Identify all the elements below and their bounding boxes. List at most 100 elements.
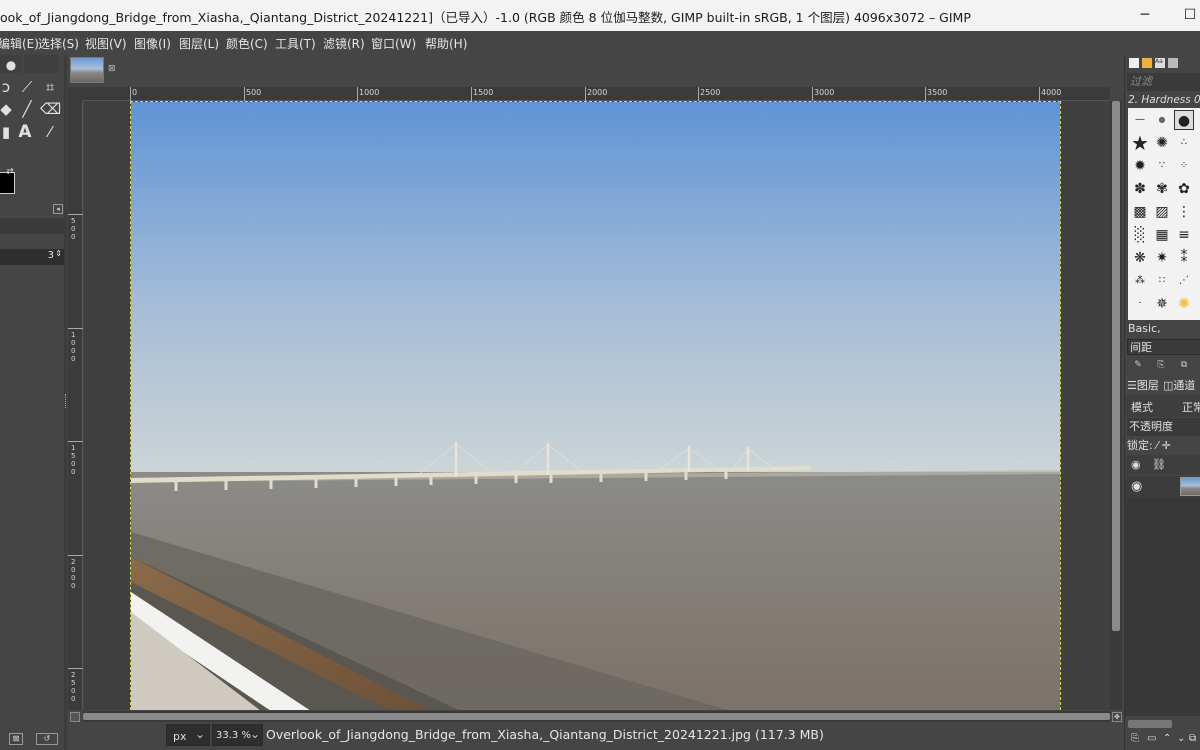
crop-icon[interactable]: ⌗ [40, 77, 60, 97]
menu-help[interactable]: 帮助(H) [425, 35, 467, 52]
spacing-field[interactable]: 间距 [1127, 339, 1200, 355]
brush-item-selected[interactable]: ● [1174, 110, 1194, 130]
opacity-field[interactable]: 不透明度 [1127, 418, 1200, 436]
horizontal-ruler[interactable]: 0 500 1000 1500 2000 2500 3000 3500 4000 [83, 87, 1110, 101]
brush-grid[interactable]: — ● ● ★ ✺ ∴ ✹ ∵ ⁘ ✽ ✾ ✿ ▩ ▨ ⋮ ░ ▦ ≡ ❋ ✷ … [1128, 108, 1200, 320]
menu-layer[interactable]: 图层(L) [179, 35, 219, 52]
reset-icon[interactable]: ↺ [36, 733, 58, 745]
duplicate-layer-icon[interactable]: ⧉ [1189, 733, 1196, 744]
sash-handle[interactable] [65, 394, 66, 408]
lock-pixels-icon[interactable]: ⁄ [1156, 439, 1158, 452]
document-history-tab-icon[interactable] [1168, 58, 1178, 68]
navigate-icon[interactable]: ✥ [1112, 712, 1122, 722]
fuzzy-select-icon[interactable]: ⟋ [17, 77, 37, 97]
ruler-corner[interactable] [68, 87, 83, 101]
tab-close-icon[interactable]: ⊠ [108, 64, 118, 74]
brush-item[interactable]: ✺ [1174, 294, 1194, 314]
patterns-tab-icon[interactable] [1142, 58, 1152, 68]
brush-item[interactable]: ⋮ [1174, 202, 1194, 222]
brush-item[interactable]: ∴ [1174, 133, 1194, 153]
brush-item[interactable]: ✿ [1174, 179, 1194, 199]
image-tab-thumbnail[interactable] [70, 57, 104, 83]
image-canvas-area[interactable] [84, 101, 1110, 710]
swap-colors-icon[interactable]: ⇄ [5, 167, 15, 177]
lower-layer-icon[interactable]: ⌄ [1177, 733, 1185, 744]
new-group-icon[interactable]: ▭ [1147, 733, 1156, 744]
brush-item[interactable]: ∵ [1152, 156, 1172, 176]
horizontal-scrollbar[interactable] [83, 711, 1110, 722]
menu-windows[interactable]: 窗口(W) [371, 35, 416, 52]
raise-layer-icon[interactable]: ⌃ [1163, 733, 1171, 744]
vertical-scrollbar[interactable] [1110, 101, 1122, 710]
maximize-button[interactable]: ☐ [1180, 5, 1200, 25]
brush-item[interactable]: ≡ [1174, 225, 1194, 245]
brush-item[interactable]: ⁘ [1174, 156, 1194, 176]
new-brush-icon[interactable]: ⎘ [1155, 359, 1167, 371]
brush-item[interactable]: ▩ [1130, 202, 1150, 222]
eraser-icon[interactable]: ⌫ [40, 99, 61, 119]
menu-edit[interactable]: 编辑(E) [0, 35, 39, 52]
brush-item[interactable]: ✷ [1152, 248, 1172, 268]
quick-mask-toggle[interactable] [70, 712, 80, 722]
brush-filter-input[interactable]: 过滤 [1127, 73, 1200, 91]
menu-colors[interactable]: 颜色(C) [226, 35, 268, 52]
eye-icon[interactable]: ◉ [1131, 479, 1142, 494]
color-picker-icon[interactable]: ⁄ [40, 122, 60, 142]
layers-list[interactable] [1125, 498, 1200, 716]
brush-item[interactable]: ★ [1130, 133, 1150, 153]
menu-select[interactable]: 选择(S) [38, 35, 79, 52]
bucket-fill-icon[interactable]: ◆ [0, 99, 16, 119]
brush-item[interactable]: ✺ [1152, 133, 1172, 153]
zoom-select[interactable]: 33.3 % ⌄ [212, 724, 263, 746]
new-layer-icon[interactable]: ⎘ [1131, 733, 1139, 744]
tool-option-spinner[interactable]: 3 ⇕ [0, 249, 64, 265]
minimize-button[interactable]: ─ [1135, 5, 1155, 25]
edit-brush-icon[interactable]: ✎ [1132, 359, 1144, 371]
brush-item[interactable]: ✹ [1130, 156, 1150, 176]
brush-item[interactable]: ⁑ [1174, 248, 1194, 268]
menu-tools[interactable]: 工具(T) [275, 35, 316, 52]
layer-row[interactable]: ◉ [1125, 476, 1200, 498]
brush-item[interactable]: · [1130, 294, 1150, 314]
delete-preset-icon[interactable]: ⊠ [9, 733, 23, 745]
brush-item[interactable]: ░ [1130, 225, 1150, 245]
brushes-tab-icon[interactable] [1129, 58, 1139, 68]
tab-channels[interactable]: ◫通道 [1163, 377, 1195, 393]
brush-item[interactable]: ✾ [1152, 179, 1172, 199]
tool-slot[interactable] [24, 55, 58, 73]
menu-view[interactable]: 视图(V) [85, 35, 127, 52]
layers-scrollbar[interactable] [1128, 720, 1172, 728]
menu-image[interactable]: 图像(I) [134, 35, 171, 52]
brush-item[interactable]: ⁂ [1130, 271, 1150, 291]
unit-select[interactable]: px ⌄ [166, 724, 210, 746]
brush-item[interactable]: — [1130, 110, 1150, 130]
ruler-label: 3000 [814, 88, 835, 97]
vertical-scroll-thumb[interactable] [1112, 101, 1120, 631]
brush-item[interactable]: ✵ [1152, 294, 1172, 314]
clone-icon[interactable]: ▮ [0, 122, 16, 142]
duplicate-brush-icon[interactable]: ⧉ [1178, 359, 1190, 371]
text-tool-icon[interactable]: A [15, 122, 35, 142]
paintbrush-icon[interactable]: ╱ [17, 99, 37, 119]
mode-value[interactable]: 正常 [1182, 399, 1200, 415]
brush-item[interactable]: ⋰ [1174, 271, 1194, 291]
brush-item[interactable]: ▨ [1152, 202, 1172, 222]
brush-item[interactable]: ● [1152, 110, 1172, 130]
image-canvas[interactable] [130, 101, 1061, 710]
brush-item[interactable]: ∷ [1152, 271, 1172, 291]
fonts-tab-icon[interactable]: Aa [1155, 58, 1165, 68]
layer-mode-row[interactable]: 模式 正常 [1125, 395, 1200, 417]
layers-header: ◉ ⛓ [1125, 455, 1200, 475]
free-select-icon[interactable]: ↄ [0, 77, 16, 97]
brush-item[interactable]: ▦ [1152, 225, 1172, 245]
vertical-ruler[interactable]: 5 0 0 1 0 0 0 1 5 0 0 2 0 0 0 2 5 0 0 [68, 101, 83, 710]
tool-options-menu-icon[interactable]: ◂ [53, 204, 63, 214]
spinner-arrows-icon[interactable]: ⇕ [55, 249, 62, 258]
horizontal-scroll-thumb[interactable] [83, 713, 1110, 720]
lock-position-icon[interactable]: ✛ [1162, 439, 1171, 452]
menu-filters[interactable]: 滤镜(R) [323, 35, 365, 52]
brush-item[interactable]: ✽ [1130, 179, 1150, 199]
tool-group-icon[interactable]: ● [0, 55, 22, 73]
tab-layers[interactable]: ☰图层 [1127, 377, 1159, 393]
brush-item[interactable]: ❋ [1130, 248, 1150, 268]
